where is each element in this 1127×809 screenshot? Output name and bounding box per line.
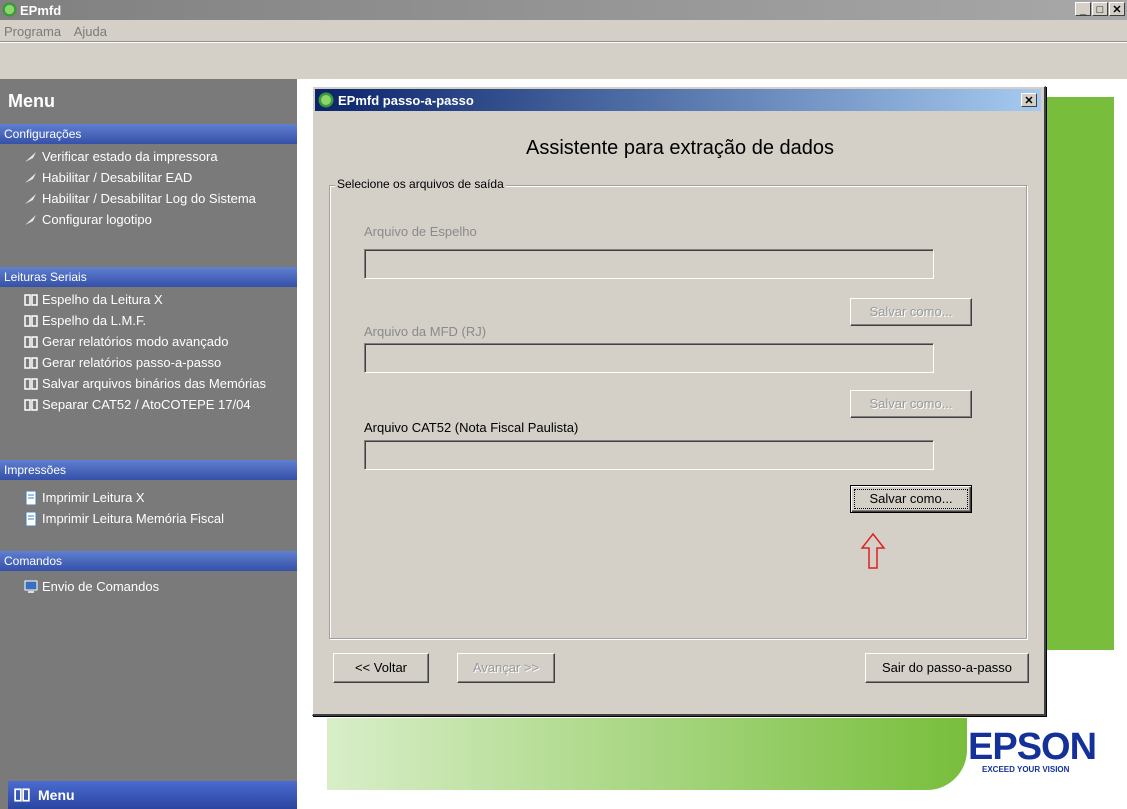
output-files-group: Selecione os arquivos de saída Arquivo d… — [329, 177, 1027, 639]
mfd-label: Arquivo da MFD (RJ) — [364, 324, 487, 339]
serial-port-icon — [24, 336, 38, 348]
section-configuracoes[interactable]: Configurações — [0, 124, 297, 144]
menu-item-relatorios-avancado[interactable]: Gerar relatórios modo avançado — [0, 332, 297, 352]
dialog-title: EPmfd passo-a-passo — [338, 93, 474, 108]
section-leituras-seriais[interactable]: Leituras Seriais — [0, 267, 297, 287]
focus-rectangle — [854, 489, 968, 509]
menu-item-verificar-estado[interactable]: Verificar estado da impressora — [0, 147, 297, 167]
cat52-label: Arquivo CAT52 (Nota Fiscal Paulista) — [364, 420, 579, 435]
menu-item-relatorios-passo-a-passo[interactable]: Gerar relatórios passo-a-passo — [0, 353, 297, 373]
menubar-divider — [0, 41, 1127, 43]
menu-item-habilitar-ead[interactable]: Habilitar / Desabilitar EAD — [0, 168, 297, 188]
group-label: Selecione os arquivos de saída — [335, 177, 506, 191]
wizard-heading: Assistente para extração de dados — [313, 137, 1043, 160]
minimize-button[interactable]: _ — [1075, 2, 1091, 16]
cat52-file-field[interactable] — [364, 440, 934, 470]
serial-port-icon — [24, 357, 38, 369]
serial-port-icon — [24, 315, 38, 327]
epmfd-app-icon — [318, 92, 334, 108]
feather-icon — [25, 194, 36, 204]
wizard-heading-text: Assistente para extração de dados — [526, 137, 834, 159]
arrow-up-icon — [860, 532, 886, 569]
menu-item-salvar-binarios[interactable]: Salvar arquivos binários das Memórias — [0, 374, 297, 394]
side-menu-header: Menu — [0, 79, 297, 123]
document-icon — [25, 512, 37, 526]
side-menu-panel: Menu Configurações Verificar estado da i… — [0, 79, 297, 809]
exit-wizard-button[interactable]: Sair do passo-a-passo — [865, 653, 1029, 683]
dialog-title-bar: EPmfd passo-a-passo ✕ — [315, 89, 1041, 111]
serial-port-icon — [24, 294, 38, 306]
section-impressoes[interactable]: Impressões — [0, 460, 297, 480]
feather-icon — [25, 173, 36, 183]
epmfd-app-icon — [2, 2, 17, 17]
menu-item-separar-cat52[interactable]: Separar CAT52 / AtoCOTEPE 17/04 — [0, 395, 297, 415]
brand-name: EPSON — [968, 726, 1097, 768]
section-comandos[interactable]: Comandos — [0, 551, 297, 571]
cat52-save-as-button[interactable]: Salvar como... — [850, 485, 972, 513]
serial-port-icon — [14, 788, 30, 802]
side-menu-footer-label: Menu — [38, 787, 75, 803]
menu-programa[interactable]: Programa — [0, 21, 66, 39]
back-button[interactable]: << Voltar — [333, 653, 429, 683]
mfd-save-as-button[interactable]: Salvar como... — [850, 390, 972, 418]
menu-ajuda[interactable]: Ajuda — [70, 21, 112, 39]
window-title-bar: EPmfd _ □ ✕ — [0, 0, 1127, 20]
window-title: EPmfd — [20, 3, 62, 18]
menu-item-envio-comandos[interactable]: Envio de Comandos — [0, 577, 297, 597]
document-icon — [25, 491, 37, 505]
dialog-close-button[interactable]: ✕ — [1021, 93, 1037, 107]
window-close-button[interactable]: ✕ — [1109, 2, 1125, 16]
espelho-label: Arquivo de Espelho — [364, 224, 477, 239]
menu-item-configurar-logotipo[interactable]: Configurar logotipo — [0, 210, 297, 230]
espelho-save-as-button[interactable]: Salvar como... — [850, 298, 972, 326]
serial-port-icon — [24, 399, 38, 411]
menu-item-imprimir-memoria-fiscal[interactable]: Imprimir Leitura Memória Fiscal — [0, 509, 297, 529]
menu-item-habilitar-log[interactable]: Habilitar / Desabilitar Log do Sistema — [0, 189, 297, 209]
computer-icon — [24, 580, 38, 593]
green-bottom-decoration — [327, 718, 967, 790]
feather-icon — [25, 215, 36, 225]
next-button[interactable]: Avançar >> — [457, 653, 555, 683]
serial-port-icon — [24, 378, 38, 390]
epson-logo: EPSON EXCEED YOUR VISION — [968, 726, 1097, 774]
menu-item-espelho-lmf[interactable]: Espelho da L.M.F. — [0, 311, 297, 331]
espelho-file-field[interactable] — [364, 249, 934, 279]
feather-icon — [25, 152, 36, 162]
menu-item-espelho-leitura-x[interactable]: Espelho da Leitura X — [0, 290, 297, 310]
menu-item-imprimir-leitura-x[interactable]: Imprimir Leitura X — [0, 488, 297, 508]
side-menu-title: Menu — [8, 91, 55, 111]
menu-bar: Programa Ajuda — [0, 21, 1127, 41]
mfd-file-field[interactable] — [364, 343, 934, 373]
wizard-dialog: EPmfd passo-a-passo ✕ Assistente para ex… — [312, 86, 1046, 716]
maximize-button[interactable]: □ — [1092, 2, 1108, 16]
side-menu-footer-button[interactable]: Menu — [8, 781, 297, 809]
